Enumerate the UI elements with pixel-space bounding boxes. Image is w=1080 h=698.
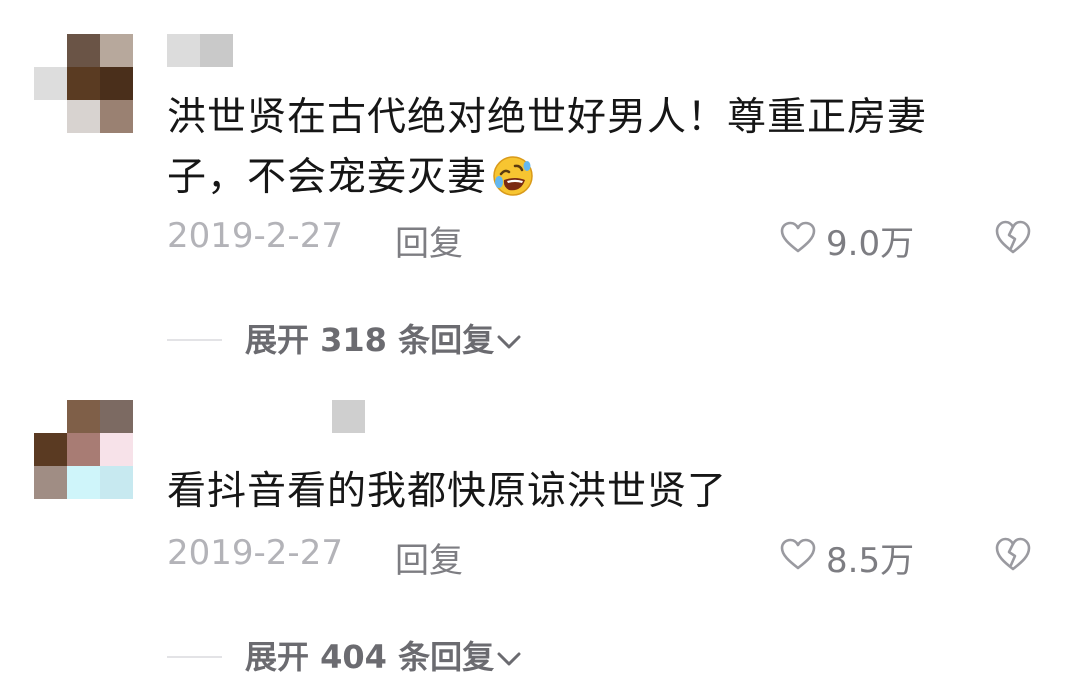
rolling-laughing-emoji-icon: [491, 154, 535, 198]
dislike-button[interactable]: [993, 535, 1033, 577]
expand-replies-button[interactable]: 展开 318 条回复: [245, 315, 522, 361]
like-count: 9.0万: [826, 224, 915, 264]
comment-text: 看抖音看的我都快原谅洪世贤了: [167, 462, 987, 522]
heart-outline-icon: [780, 538, 816, 570]
avatar[interactable]: [34, 400, 133, 499]
comment-text-line: 子，不会宠妾灭妻: [167, 148, 987, 208]
chevron-down-icon: [497, 335, 521, 349]
comment-text-line: 看抖音看的我都快原谅洪世贤了: [167, 469, 728, 514]
heart-outline-icon: [780, 221, 816, 253]
reply-button[interactable]: 回复: [395, 533, 463, 582]
comment-date: 2019-2-27: [167, 533, 343, 573]
like-count: 8.5万: [826, 541, 915, 581]
reply-button[interactable]: 回复: [395, 216, 463, 265]
expand-replies: 展开 318 条回复: [167, 315, 667, 365]
comment-meta: 2019-2-27 回复 8.5万: [167, 533, 1047, 583]
chevron-down-icon: [497, 652, 521, 666]
avatar[interactable]: [34, 34, 133, 133]
expand-replies: 展开 404 条回复: [167, 632, 667, 682]
divider: [167, 339, 222, 341]
divider: [167, 656, 222, 658]
username[interactable]: [167, 34, 233, 67]
username[interactable]: [332, 400, 365, 433]
comment-date: 2019-2-27: [167, 216, 343, 256]
dislike-button[interactable]: [993, 218, 1033, 260]
broken-heart-icon: [995, 537, 1031, 571]
comment-text-line: 洪世贤在古代绝对绝世好男人！尊重正房妻: [167, 95, 928, 140]
expand-replies-button[interactable]: 展开 404 条回复: [245, 632, 522, 678]
broken-heart-icon: [995, 220, 1031, 254]
comment-text: 洪世贤在古代绝对绝世好男人！尊重正房妻 子，不会宠妾灭妻: [167, 88, 987, 208]
comment-meta: 2019-2-27 回复 9.0万: [167, 216, 1047, 266]
